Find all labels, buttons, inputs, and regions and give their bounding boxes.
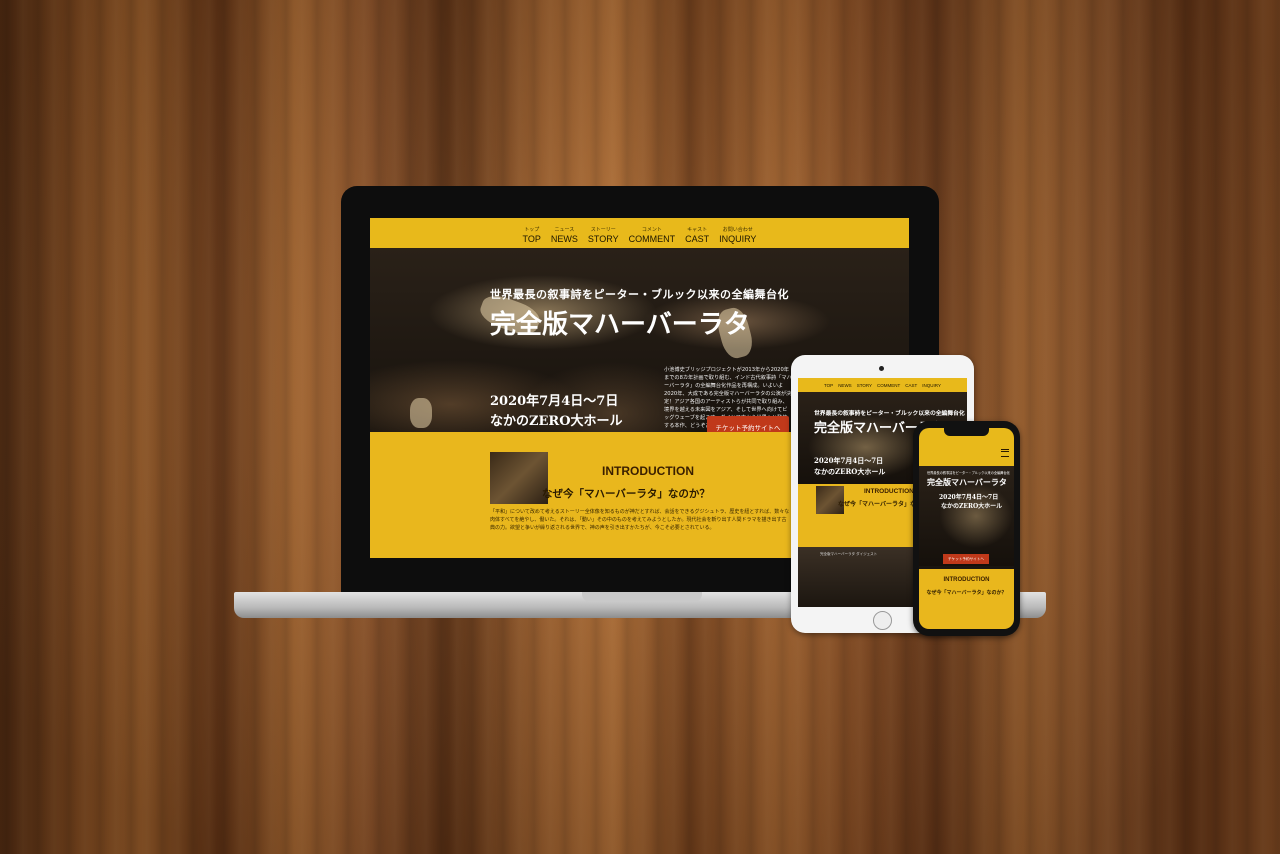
tablet-nav-top[interactable]: TOP bbox=[824, 383, 833, 388]
phone-hero-date: 2020年7月4日〜7日 bbox=[939, 494, 999, 501]
nav-item-kana: ニュース bbox=[554, 227, 575, 233]
tablet-hero-venue: なかのZERO大ホール bbox=[814, 467, 886, 476]
nav-item-label: TOP bbox=[522, 234, 541, 244]
laptop-nav-bar: トップ TOP ニュース NEWS ストーリー STORY コメント COMME… bbox=[370, 218, 909, 248]
nav-item-story[interactable]: ストーリー STORY bbox=[588, 218, 619, 248]
intro-question: なぜ今「マハーバーラタ」なのか？ bbox=[542, 488, 710, 500]
phone-intro-heading: INTRODUCTION bbox=[943, 577, 990, 583]
nav-item-label: INQUIRY bbox=[719, 234, 757, 244]
tablet-nav-cast[interactable]: CAST bbox=[905, 383, 917, 388]
tablet-nav-comment[interactable]: COMMENT bbox=[877, 383, 900, 388]
tablet-nav-news[interactable]: NEWS bbox=[838, 383, 852, 388]
phone-hero-venue: なかのZERO大ホール bbox=[941, 503, 1003, 510]
nav-item-kana: トップ bbox=[524, 227, 540, 233]
tablet-nav-bar: TOP NEWS STORY COMMENT CAST INQUIRY bbox=[798, 378, 967, 392]
hamburger-menu-icon[interactable] bbox=[1001, 449, 1009, 457]
tablet-video-caption: 完全版マハーバーラタ ダイジェスト bbox=[820, 552, 878, 556]
hero-subtitle: 世界最長の叙事詩をピーター・ブルック以来の全編舞台化 bbox=[490, 288, 789, 301]
phone-intro-question: なぜ今「マハーバーラタ」なのか？ bbox=[926, 590, 1007, 596]
nav-item-label: COMMENT bbox=[628, 234, 676, 244]
nav-item-comment[interactable]: コメント COMMENT bbox=[629, 218, 676, 248]
nav-item-news[interactable]: ニュース NEWS bbox=[551, 218, 578, 248]
phone-hero-title: 完全版マハーバーラタ bbox=[927, 477, 1007, 487]
nav-item-kana: キャスト bbox=[687, 227, 708, 233]
intro-photo bbox=[490, 452, 548, 504]
phone-intro: INTRODUCTION なぜ今「マハーバーラタ」なのか？ bbox=[919, 569, 1014, 629]
tablet-home-button[interactable] bbox=[873, 611, 892, 630]
hero-venue: なかのZERO大ホール bbox=[490, 414, 623, 429]
nav-item-top[interactable]: トップ TOP bbox=[523, 218, 541, 248]
nav-item-kana: お問い合わせ bbox=[722, 227, 753, 233]
laptop-notch bbox=[582, 592, 702, 602]
nav-item-inquiry[interactable]: お問い合わせ INQUIRY bbox=[719, 218, 756, 248]
nav-item-kana: ストーリー bbox=[590, 227, 616, 233]
tablet-nav-story[interactable]: STORY bbox=[857, 383, 872, 388]
dancer-figure bbox=[410, 398, 432, 428]
phone-screen: 世界最長の叙事詩をピーター・ブルック以来の全編舞台化 完全版マハーバーラタ 20… bbox=[919, 428, 1014, 629]
phone-hero: 世界最長の叙事詩をピーター・ブルック以来の全編舞台化 完全版マハーバーラタ 20… bbox=[919, 466, 1014, 566]
tablet-camera bbox=[879, 366, 884, 371]
phone-hero-subtitle: 世界最長の叙事詩をピーター・ブルック以来の全編舞台化 bbox=[927, 471, 1010, 475]
nav-item-label: CAST bbox=[685, 234, 710, 244]
nav-item-kana: コメント bbox=[641, 227, 662, 233]
hero-date: 2020年7月4日〜7日 bbox=[490, 394, 619, 409]
intro-text: 「平和」について改めて考えるストーリー全体像を知るものが神だとすれば、会話をでき… bbox=[490, 509, 790, 531]
phone-notch bbox=[944, 428, 989, 436]
nav-item-label: NEWS bbox=[550, 234, 578, 244]
tablet-hero-date: 2020年7月4日〜7日 bbox=[814, 456, 884, 465]
tablet-nav-inquiry[interactable]: INQUIRY bbox=[922, 383, 941, 388]
nav-item-cast[interactable]: キャスト CAST bbox=[685, 218, 709, 248]
tablet-hero-subtitle: 世界最長の叙事詩をピーター・ブルック以来の全編舞台化 bbox=[814, 411, 965, 417]
hero-title: 完全版マハーバーラタ bbox=[490, 310, 750, 340]
nav-item-label: STORY bbox=[587, 234, 619, 244]
intro-heading: INTRODUCTION bbox=[602, 464, 694, 478]
tablet-intro-heading: INTRODUCTION bbox=[864, 488, 914, 495]
phone-ticket-button[interactable]: チケット予約サイトへ bbox=[943, 554, 989, 564]
